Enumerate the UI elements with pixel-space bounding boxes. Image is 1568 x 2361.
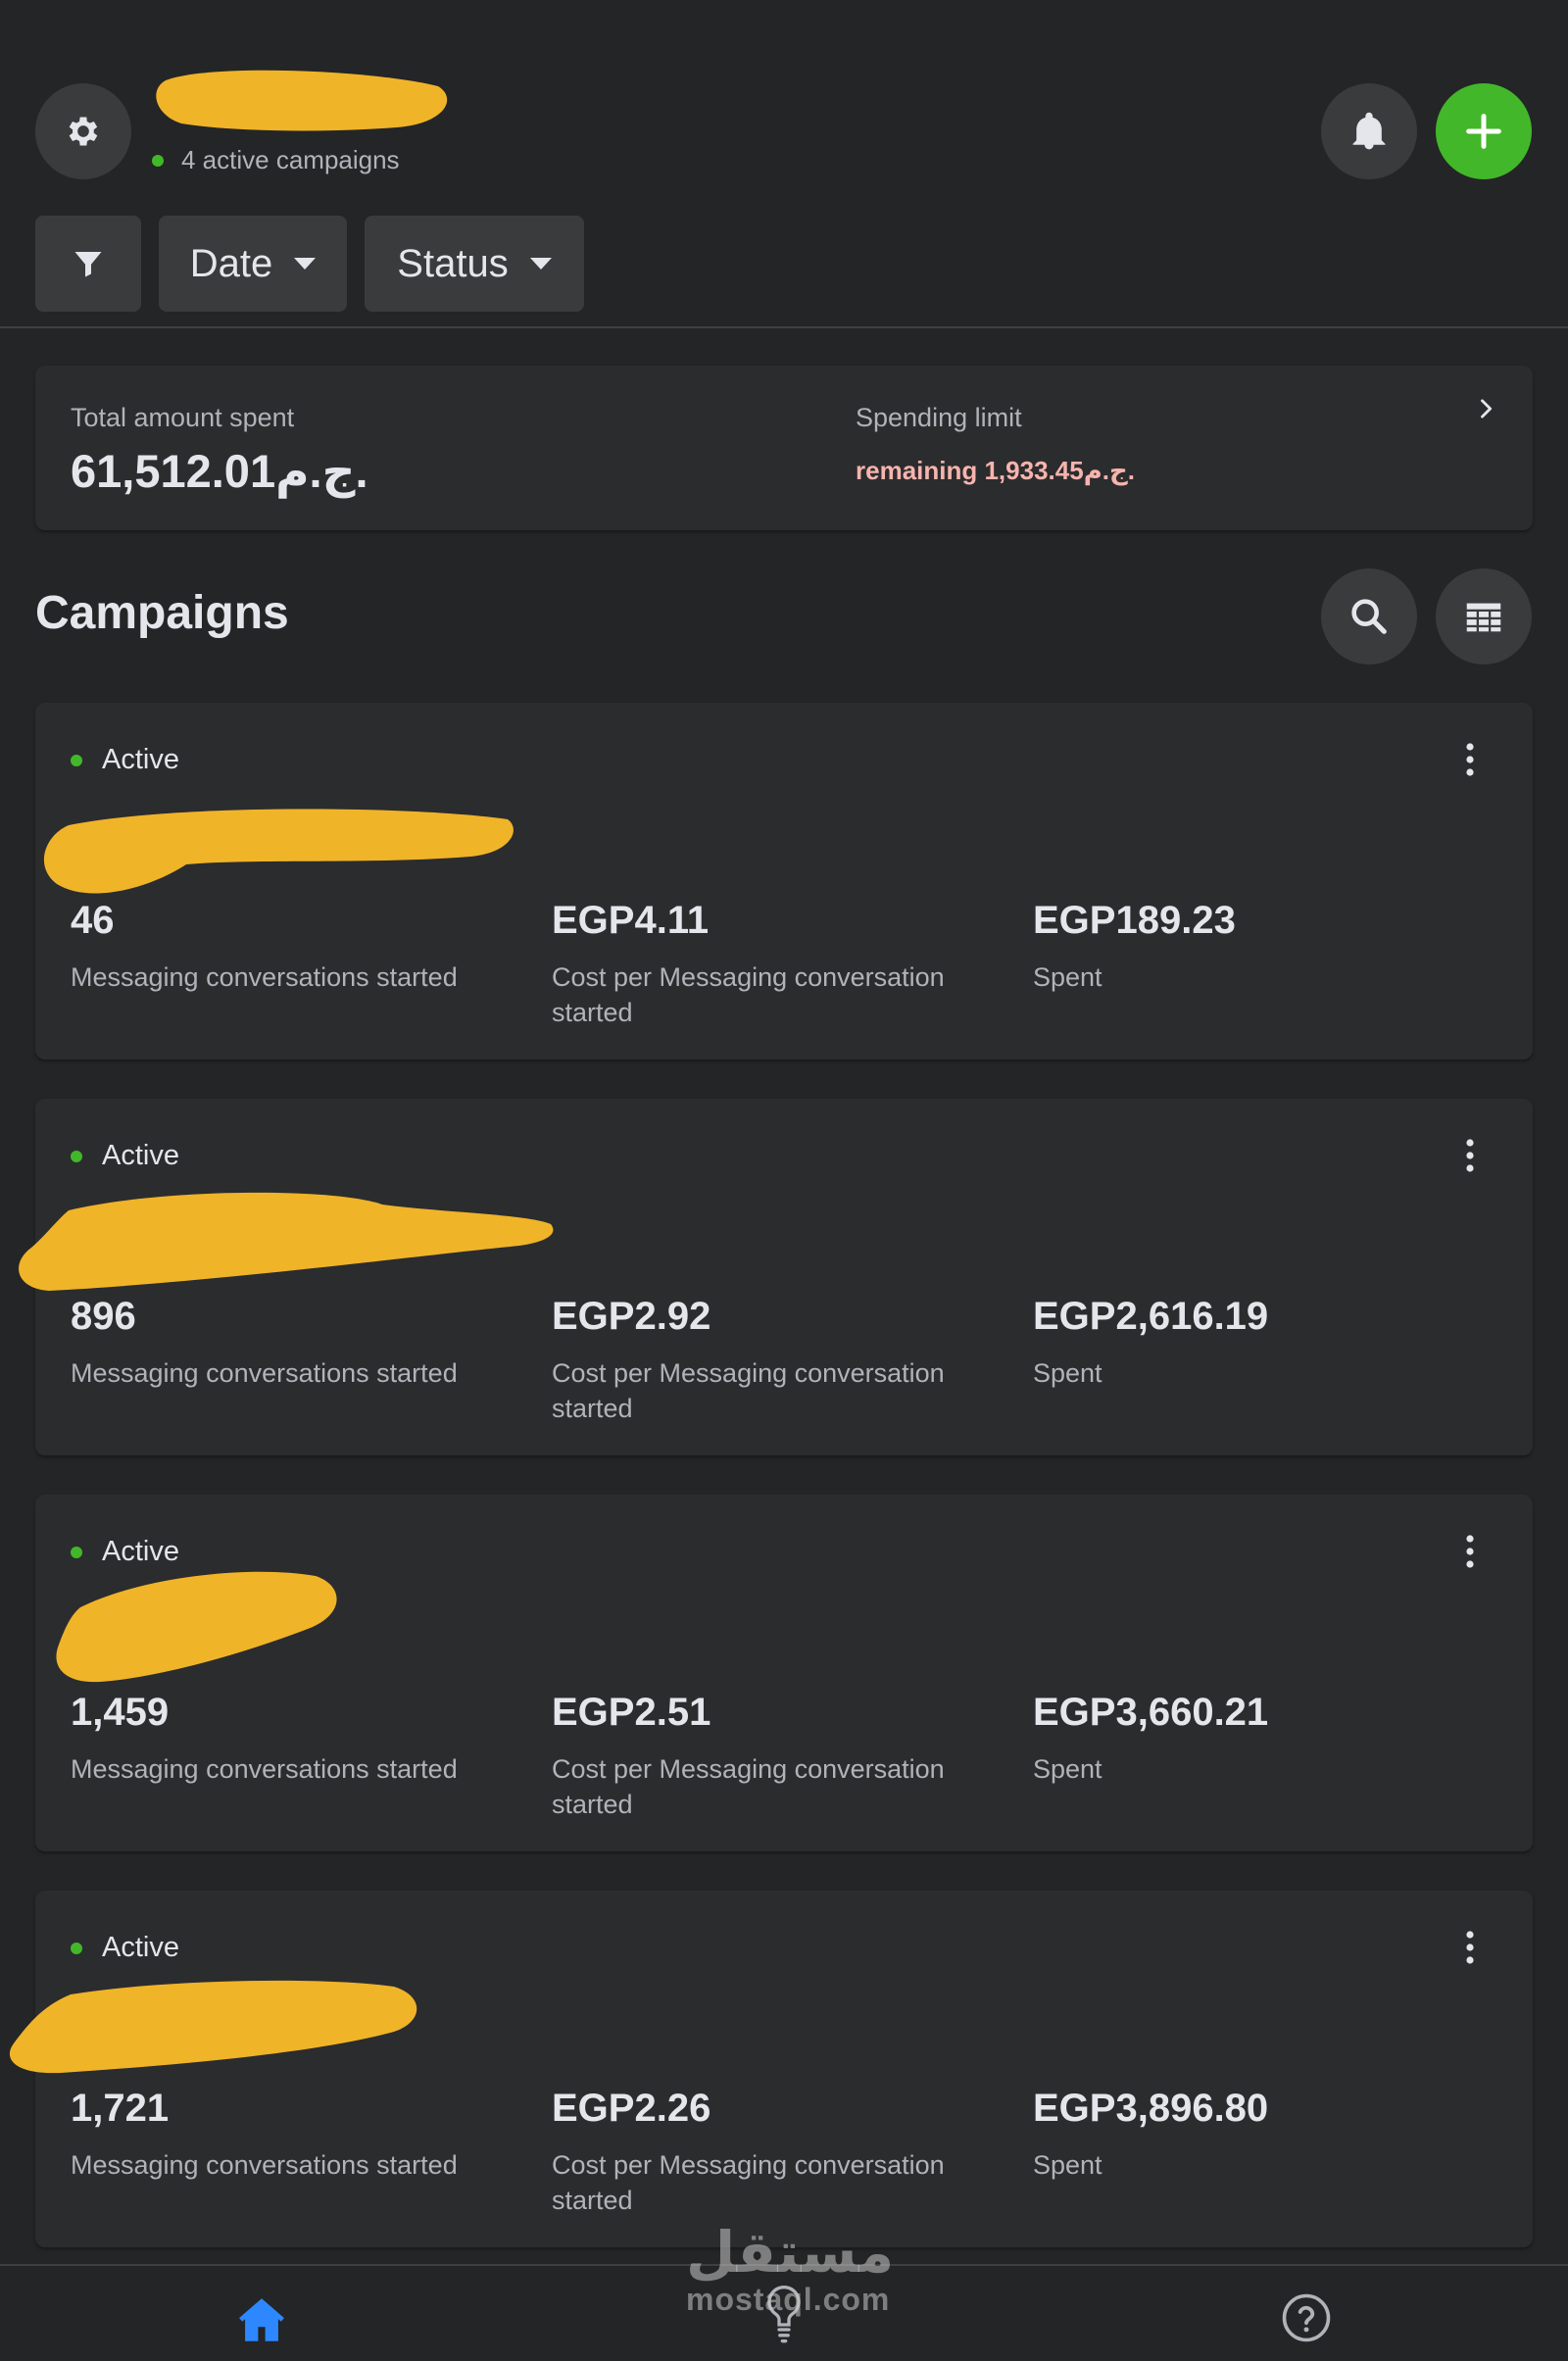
campaign-status-label: Active (102, 1536, 179, 1567)
campaign-card[interactable]: Active 1,459 Messaging conversations sta… (35, 1495, 1533, 1851)
cost-per-conversation-value: EGP2.92 (552, 1295, 711, 1338)
cost-per-conversation-label: Cost per Messaging conversation started (552, 1358, 945, 1423)
help-icon[interactable] (1280, 2291, 1333, 2344)
ads-manager-screen: 4 active campaigns Date Status Total amo… (0, 0, 1568, 2361)
amount-spent-value: EGP3,660.21 (1033, 1691, 1269, 1734)
cost-per-conversation-label: Cost per Messaging conversation started (552, 962, 945, 1027)
chevron-right-icon[interactable] (1472, 395, 1499, 422)
conversations-started-label: Messaging conversations started (71, 962, 458, 992)
active-status-dot (71, 1150, 82, 1162)
campaign-card[interactable]: Active 896 Messaging conversations start… (19, 1099, 1533, 1455)
campaign-name-redaction (56, 1571, 337, 1683)
active-status-dot (71, 1942, 82, 1954)
account-name-redaction (156, 70, 448, 131)
campaign-card[interactable]: Active 1,721 Messaging conversations sta… (9, 1891, 1533, 2247)
campaign-status-label: Active (102, 744, 179, 775)
cost-per-conversation-value: EGP2.26 (552, 2087, 711, 2130)
campaign-status-label: Active (102, 1932, 179, 1963)
active-status-dot (152, 154, 164, 167)
plus-icon (1466, 114, 1501, 149)
search-campaigns-button[interactable] (1321, 568, 1417, 664)
create-campaign-button[interactable] (1436, 83, 1532, 179)
conversations-started-label: Messaging conversations started (71, 1358, 458, 1388)
total-spent-value: 61,512.01ج.م. (71, 445, 368, 497)
table-icon (1466, 603, 1501, 632)
filter-button[interactable] (35, 216, 141, 312)
watermark-logo: مستقل (686, 2221, 895, 2285)
campaign-status: Active (71, 1932, 179, 1964)
watermark: مستقل mostaql.com (686, 2221, 895, 2318)
more-vertical-icon[interactable] (1460, 1532, 1480, 1571)
campaign-status: Active (71, 1536, 179, 1568)
bell-icon (1352, 112, 1386, 150)
campaign-name-redaction (19, 1192, 554, 1291)
cost-per-conversation-value: EGP4.11 (552, 899, 710, 942)
amount-spent-label: Spent (1033, 1358, 1102, 1388)
campaign-card[interactable]: Active 46 Messaging conversations starte… (35, 703, 1533, 1059)
active-campaigns-text: 4 active campaigns (181, 145, 400, 174)
amount-spent-value: EGP2,616.19 (1033, 1295, 1269, 1338)
conversations-started-value: 896 (71, 1295, 136, 1338)
more-vertical-icon[interactable] (1460, 740, 1480, 779)
caret-down-icon (529, 258, 552, 270)
status-filter-dropdown[interactable]: Status (365, 216, 584, 312)
conversations-started-label: Messaging conversations started (71, 2150, 458, 2180)
more-vertical-icon[interactable] (1460, 1136, 1480, 1175)
watermark-domain: mostaql.com (686, 2282, 891, 2317)
amount-spent-label: Spent (1033, 962, 1102, 992)
table-view-button[interactable] (1436, 568, 1532, 664)
active-status-dot (71, 754, 82, 766)
amount-spent-label: Spent (1033, 1754, 1102, 1784)
home-icon[interactable] (233, 2291, 290, 2348)
header-divider (0, 326, 1568, 328)
caret-down-icon (294, 258, 317, 270)
amount-spent-value: EGP3,896.80 (1033, 2087, 1269, 2130)
campaign-status-label: Active (102, 1140, 179, 1171)
campaign-status: Active (71, 744, 179, 776)
amount-spent-label: Spent (1033, 2150, 1102, 2180)
spending-summary-card[interactable]: Total amount spent 61,512.01ج.م. Spendin… (35, 366, 1533, 530)
conversations-started-value: 1,459 (71, 1691, 170, 1734)
spending-limit-remaining: remaining 1,933.45ج.م. (856, 456, 1135, 485)
amount-spent-value: EGP189.23 (1033, 899, 1236, 942)
conversations-started-value: 1,721 (71, 2087, 170, 2130)
conversations-started-label: Messaging conversations started (71, 1754, 458, 1784)
conversations-started-value: 46 (71, 899, 115, 942)
active-campaigns-count: 4 active campaigns (152, 145, 400, 175)
campaign-name-redaction (9, 1980, 417, 2074)
campaigns-heading: Campaigns (35, 587, 289, 639)
active-status-dot (71, 1546, 82, 1558)
campaign-name-redaction (43, 809, 514, 894)
settings-button[interactable] (35, 83, 131, 179)
date-filter-dropdown[interactable]: Date (159, 216, 347, 312)
cost-per-conversation-label: Cost per Messaging conversation started (552, 2150, 945, 2215)
more-vertical-icon[interactable] (1460, 1928, 1480, 1967)
campaign-status: Active (71, 1140, 179, 1172)
cost-per-conversation-label: Cost per Messaging conversation started (552, 1754, 945, 1819)
spending-limit-label: Spending limit (856, 403, 1022, 432)
search-icon (1351, 599, 1387, 634)
notifications-button[interactable] (1321, 83, 1417, 179)
status-filter-label: Status (397, 241, 509, 285)
total-spent-label: Total amount spent (71, 403, 295, 432)
funnel-icon (74, 252, 102, 277)
cost-per-conversation-value: EGP2.51 (552, 1691, 711, 1734)
gear-icon (69, 117, 98, 146)
date-filter-label: Date (189, 241, 273, 285)
